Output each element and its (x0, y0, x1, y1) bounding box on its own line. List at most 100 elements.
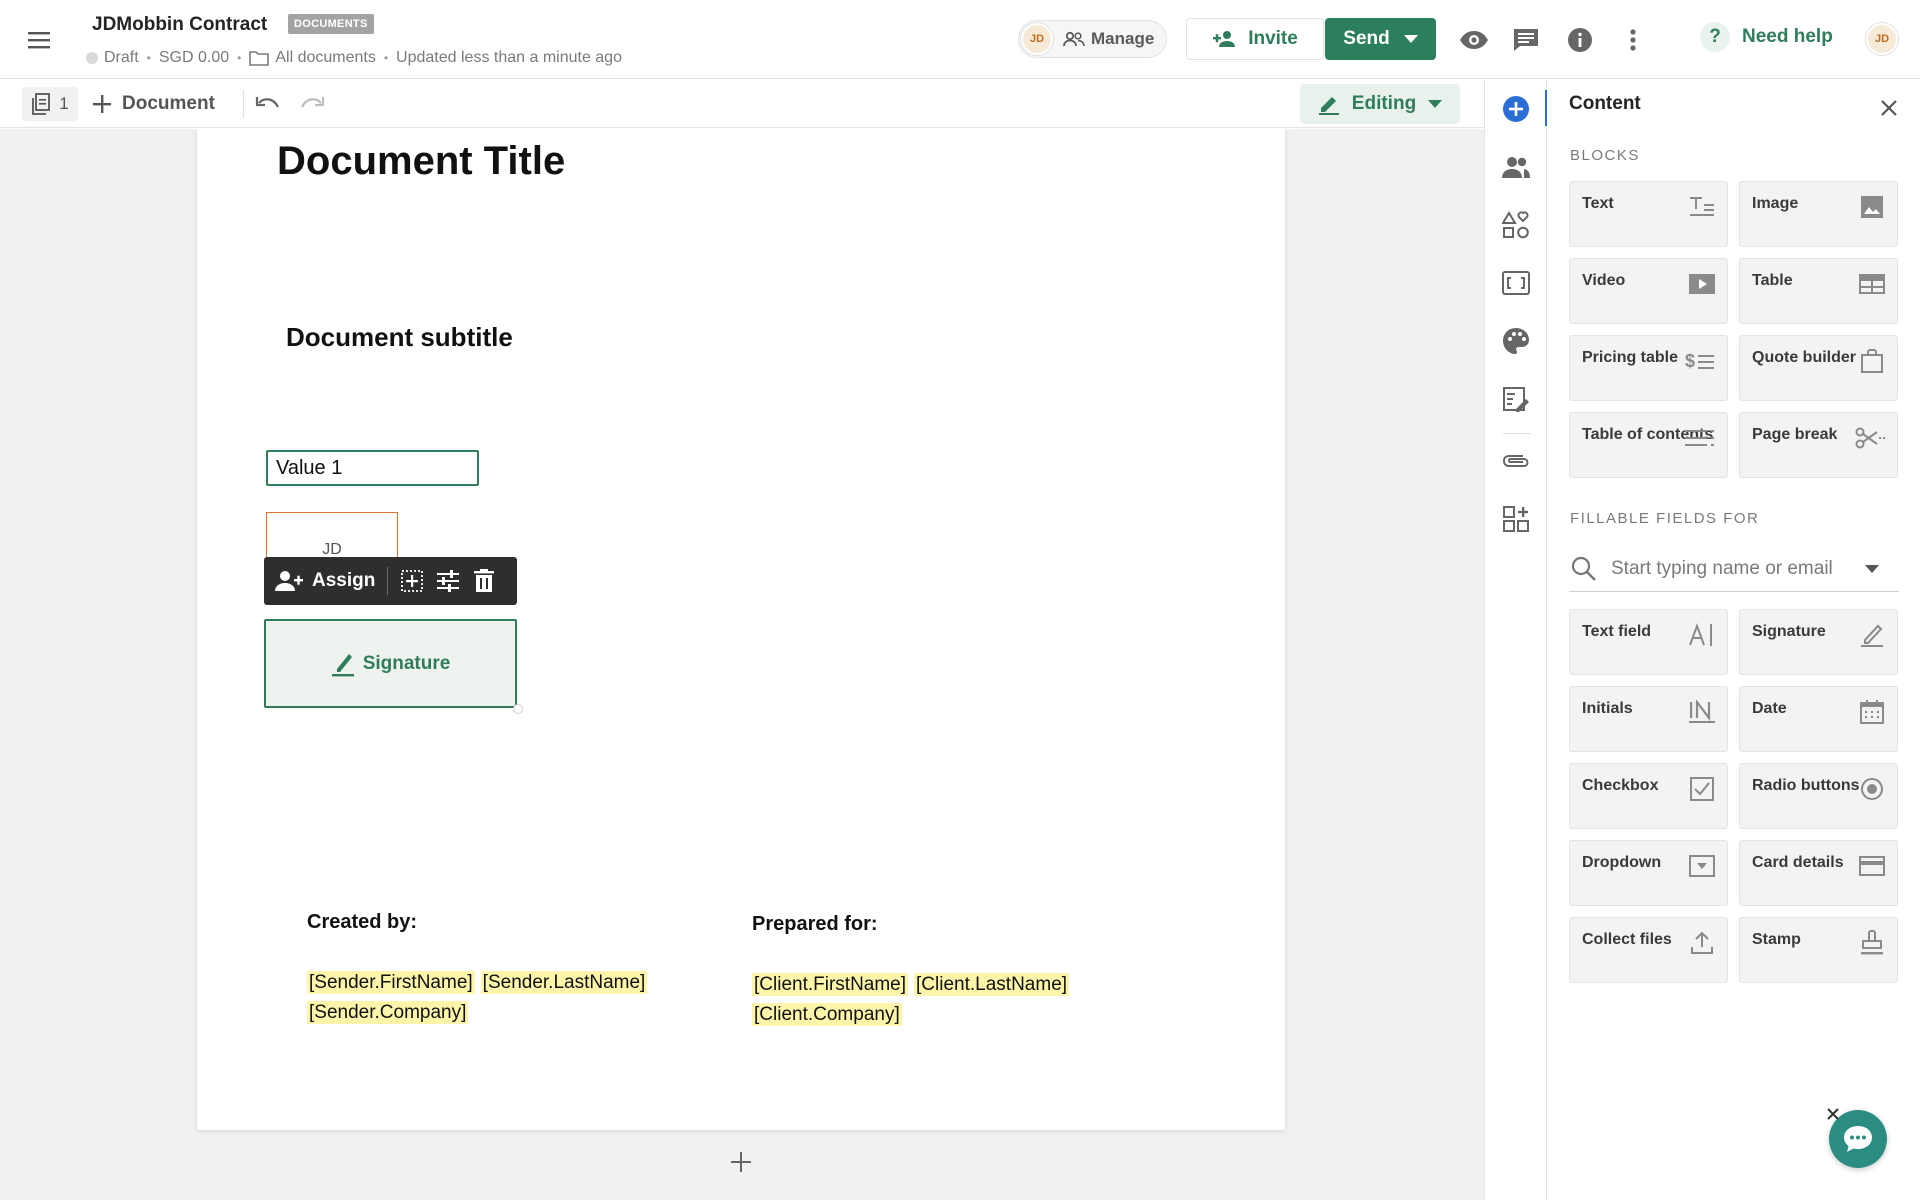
block-page-break[interactable]: Page break (1739, 412, 1898, 478)
comments-icon[interactable] (1510, 24, 1542, 56)
initials-icon (1689, 699, 1715, 725)
sender-lastname-var[interactable]: [Sender.LastName] (480, 971, 648, 994)
editing-mode-dropdown[interactable]: Editing (1300, 84, 1460, 124)
invite-button[interactable]: Invite (1186, 18, 1324, 60)
assign-person-icon (275, 571, 303, 591)
caret-down-icon (1428, 100, 1443, 108)
field-signature[interactable]: Signature (1739, 609, 1898, 675)
info-icon[interactable] (1564, 24, 1596, 56)
add-section-plus-icon[interactable] (726, 1147, 756, 1177)
resize-handle[interactable] (513, 704, 523, 714)
pages-button[interactable]: 1 (22, 87, 78, 121)
recipients-icon[interactable] (1499, 150, 1533, 184)
content-panel: Content BLOCKS Text Image Video Table Pr… (1547, 80, 1920, 1200)
block-table[interactable]: Table (1739, 258, 1898, 324)
folder-link[interactable]: All documents (249, 49, 376, 67)
field-collect-files[interactable]: Collect files (1569, 917, 1728, 983)
user-avatar[interactable]: JD (1866, 23, 1898, 55)
fillable-fields-section-label: FILLABLE FIELDS FOR (1570, 510, 1760, 527)
document-name[interactable]: JDMobbin Contract (92, 14, 267, 36)
need-help-button[interactable]: ? Need help (1700, 22, 1833, 52)
assign-button[interactable]: Assign (274, 570, 387, 592)
document-subtitle-block[interactable]: Document subtitle (286, 322, 513, 353)
signature-field[interactable]: Signature (264, 619, 517, 708)
chevron-down-icon[interactable] (1865, 564, 1879, 573)
sender-company-var[interactable]: [Sender.Company] (307, 1001, 469, 1024)
design-palette-icon[interactable] (1499, 324, 1533, 358)
delete-field-trash-icon[interactable] (466, 563, 502, 599)
field-initials[interactable]: Initials (1569, 686, 1728, 752)
block-pricing-table[interactable]: Pricing table $ (1569, 335, 1728, 401)
shapes-icon[interactable] (1499, 208, 1533, 242)
calendar-icon (1859, 699, 1885, 725)
undo-icon[interactable] (252, 90, 284, 118)
variables-form-icon[interactable] (1499, 382, 1533, 416)
text-field-value-1[interactable]: Value 1 (266, 450, 479, 486)
block-video[interactable]: Video (1569, 258, 1728, 324)
add-document-button[interactable]: Document (92, 88, 215, 120)
send-button[interactable]: Send (1325, 18, 1436, 60)
sender-variables: [Sender.FirstName] [Sender.LastName] [Sen… (307, 968, 687, 1028)
attachment-paperclip-icon[interactable] (1499, 444, 1533, 478)
checkbox-icon (1689, 776, 1715, 802)
initials-field[interactable]: JD (266, 512, 398, 562)
field-radio-buttons[interactable]: Radio buttons (1739, 763, 1898, 829)
block-table-of-contents[interactable]: Table of contents (1569, 412, 1728, 478)
more-options-icon[interactable] (1617, 24, 1649, 56)
field-dropdown[interactable]: Dropdown (1569, 840, 1728, 906)
dropdown-icon (1689, 853, 1715, 879)
field-card-details[interactable]: Card details (1739, 840, 1898, 906)
search-icon (1571, 556, 1596, 581)
field-radio-label: Radio buttons (1752, 777, 1860, 794)
plus-icon (93, 95, 111, 113)
client-company-var[interactable]: [Client.Company] (752, 1003, 902, 1026)
embed-frame-icon[interactable] (1499, 266, 1533, 300)
client-lastname-var[interactable]: [Client.LastName] (914, 973, 1070, 996)
apps-integrations-icon[interactable] (1499, 502, 1533, 536)
send-label: Send (1343, 28, 1390, 49)
app-header: JDMobbin Contract DOCUMENTS Draft • SGD … (0, 0, 1920, 79)
field-text-label: Text field (1582, 623, 1652, 640)
add-content-icon[interactable] (1499, 92, 1533, 126)
field-stamp[interactable]: Stamp (1739, 917, 1898, 983)
field-settings-sliders-icon[interactable] (430, 563, 466, 599)
close-panel-icon[interactable] (1875, 94, 1903, 122)
block-text[interactable]: Text (1569, 181, 1728, 247)
table-icon (1859, 271, 1885, 297)
folder-name: All documents (275, 49, 376, 66)
field-text-field[interactable]: Text field (1569, 609, 1728, 675)
meta-separator: • (237, 51, 242, 65)
updated-text: Updated less than a minute ago (396, 49, 622, 66)
client-firstname-var[interactable]: [Client.FirstName] (752, 973, 909, 996)
field-initials-label: Initials (1582, 700, 1633, 717)
manage-recipients-button[interactable]: JD Manage (1018, 20, 1168, 58)
recipient-avatar: JD (1021, 23, 1053, 55)
preview-eye-icon[interactable] (1458, 24, 1490, 56)
field-collect-files-label: Collect files (1582, 931, 1672, 948)
caret-down-icon (1403, 35, 1418, 43)
redo-icon[interactable] (296, 90, 328, 118)
meta-separator: • (146, 51, 151, 65)
signature-field-label: Signature (362, 652, 451, 674)
close-chat-icon[interactable] (1823, 1104, 1843, 1124)
block-quote-builder[interactable]: Quote builder (1739, 335, 1898, 401)
document-amount: SGD 0.00 (158, 49, 230, 66)
duplicate-field-icon[interactable] (394, 563, 430, 599)
video-icon (1689, 271, 1715, 297)
upload-icon (1689, 930, 1715, 956)
field-action-toolbar: Assign (264, 557, 517, 605)
recipient-search-input[interactable] (1611, 557, 1851, 580)
document-title-block[interactable]: Document Title (277, 139, 565, 184)
field-date[interactable]: Date (1739, 686, 1898, 752)
sender-firstname-var[interactable]: [Sender.FirstName] (307, 971, 475, 994)
block-quote-builder-label: Quote builder (1752, 349, 1856, 366)
document-meta: Draft • SGD 0.00 • All documents • Updat… (86, 49, 622, 67)
field-signature-label: Signature (1752, 623, 1826, 640)
field-checkbox[interactable]: Checkbox (1569, 763, 1728, 829)
block-image[interactable]: Image (1739, 181, 1898, 247)
field-checkbox-label: Checkbox (1582, 777, 1659, 794)
hamburger-menu-icon[interactable] (24, 24, 56, 56)
pricing-table-icon: $ (1685, 348, 1715, 374)
rail-separator (1503, 433, 1531, 434)
toolbar-divider (243, 90, 244, 118)
